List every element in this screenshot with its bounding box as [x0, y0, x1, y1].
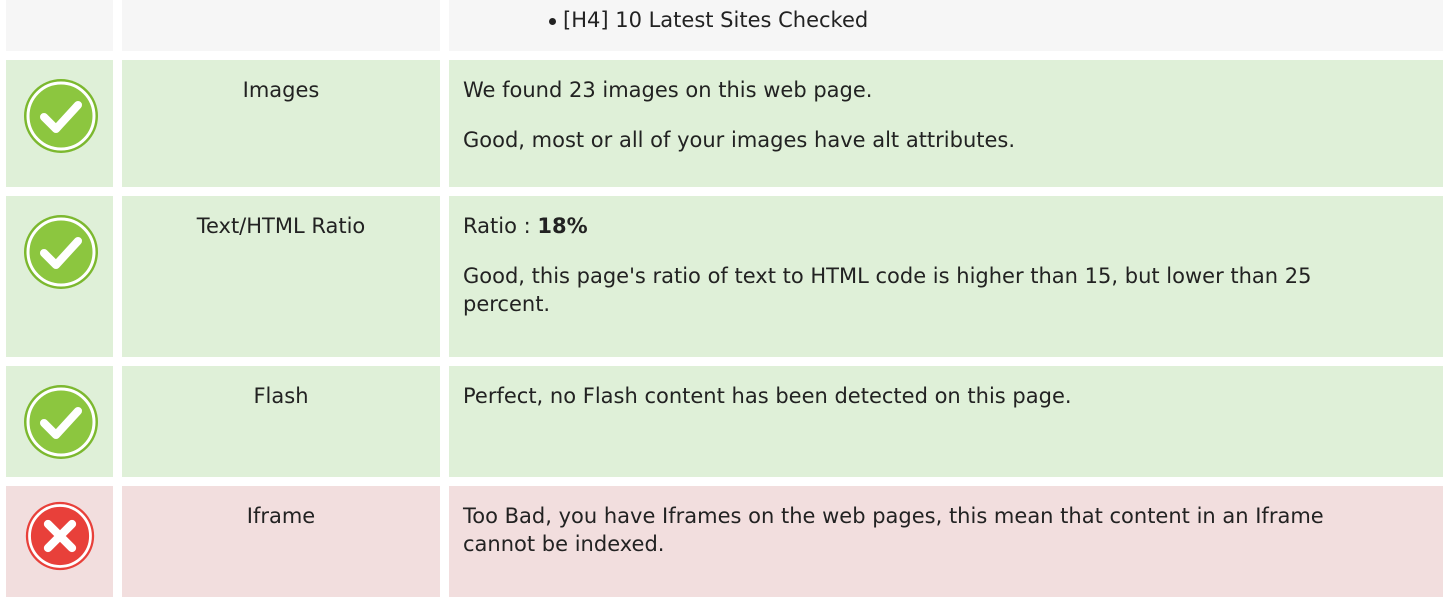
row-description: Good, most or all of your images have al… — [463, 128, 1016, 152]
row-description: We found 23 images on this web page. — [463, 78, 873, 102]
row-label: Iframe — [246, 504, 316, 528]
flash-icon-cell — [6, 366, 113, 477]
row-description: Good, this page's ratio of text to HTML … — [463, 264, 1312, 316]
ratio-value: 18% — [537, 214, 588, 238]
row-label: Images — [242, 78, 320, 102]
ratio-line: Ratio : 18% — [463, 212, 1373, 240]
error-x-icon — [25, 501, 95, 571]
iframe-label-cell: Iframe — [122, 486, 440, 597]
row-description: Too Bad, you have Iframes on the web pag… — [463, 504, 1324, 556]
row-label: Flash — [253, 384, 309, 408]
ratio-icon-cell — [6, 196, 113, 357]
headings-row: [H4] 10 Latest Sites Checked — [0, 0, 1443, 51]
images-row: Images We found 23 images on this web pa… — [0, 60, 1443, 187]
images-icon-cell — [6, 60, 113, 187]
iframe-icon-cell — [6, 486, 113, 597]
headings-label-cell — [122, 0, 440, 51]
ratio-prefix: Ratio : — [463, 214, 538, 238]
images-label-cell: Images — [122, 60, 440, 187]
flash-label-cell: Flash — [122, 366, 440, 477]
list-item: [H4] 10 Latest Sites Checked — [463, 6, 1373, 34]
flash-row: Flash Perfect, no Flash content has been… — [0, 366, 1443, 477]
check-icon — [24, 79, 98, 153]
headings-list: [H4] 10 Latest Sites Checked — [463, 6, 1373, 34]
ratio-label-cell: Text/HTML Ratio — [122, 196, 440, 357]
check-icon — [24, 385, 98, 459]
check-icon — [24, 215, 98, 289]
row-label: Text/HTML Ratio — [196, 214, 366, 238]
headings-desc-cell: [H4] 10 Latest Sites Checked — [449, 0, 1443, 51]
iframe-row: Iframe Too Bad, you have Iframes on the … — [0, 486, 1443, 597]
text-html-ratio-row: Text/HTML Ratio Ratio : 18% Good, this p… — [0, 196, 1443, 357]
flash-desc-cell: Perfect, no Flash content has been detec… — [449, 366, 1443, 477]
headings-icon-cell — [6, 0, 113, 51]
ratio-desc-cell: Ratio : 18% Good, this page's ratio of t… — [449, 196, 1443, 357]
iframe-desc-cell: Too Bad, you have Iframes on the web pag… — [449, 486, 1443, 597]
row-description: Perfect, no Flash content has been detec… — [463, 384, 1072, 408]
images-desc-cell: We found 23 images on this web page. Goo… — [449, 60, 1443, 187]
